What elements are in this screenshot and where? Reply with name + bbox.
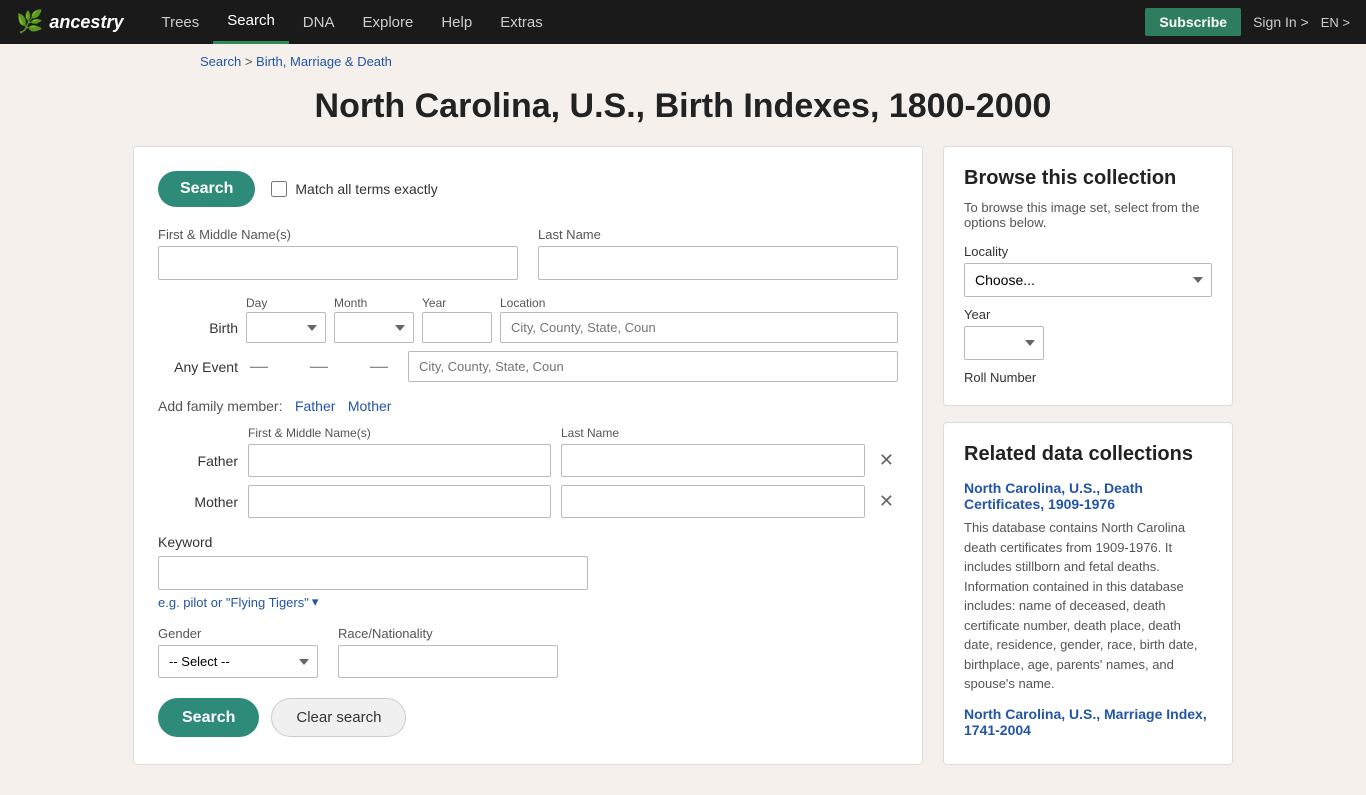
- any-event-label: Any Event: [158, 359, 238, 375]
- any-event-day-dash: —: [250, 356, 268, 377]
- add-family-section: Add family member: Father Mother: [158, 398, 898, 416]
- match-terms-checkbox[interactable]: [271, 181, 287, 197]
- nav-dna[interactable]: DNA: [289, 0, 349, 44]
- date-headers: Day Month Year Location: [158, 296, 898, 310]
- nav-search[interactable]: Search: [213, 0, 289, 44]
- related-card: Related data collections North Carolina,…: [943, 422, 1233, 765]
- father-label: Father: [158, 453, 238, 469]
- keyword-section: Keyword e.g. pilot or "Flying Tigers" ▾: [158, 534, 898, 610]
- family-close-header-spacer: [874, 426, 898, 440]
- clear-search-button[interactable]: Clear search: [271, 698, 406, 737]
- family-first-header: First & Middle Name(s): [248, 426, 551, 440]
- any-event-row: Any Event — — —: [158, 351, 898, 382]
- locality-label: Locality: [964, 244, 1212, 259]
- breadcrumb-search[interactable]: Search: [200, 54, 241, 69]
- logo-text: ancestry: [49, 12, 123, 33]
- signin-link[interactable]: Sign In >: [1253, 14, 1309, 30]
- mother-last-input[interactable]: [561, 485, 864, 518]
- day-header: Day: [246, 296, 326, 310]
- keyword-hint-text: e.g. pilot or "Flying Tigers": [158, 595, 309, 610]
- gender-select[interactable]: -- Select -- Male Female: [158, 645, 318, 678]
- mother-link[interactable]: Mother: [348, 398, 392, 414]
- mother-label: Mother: [158, 494, 238, 510]
- leaf-icon: 🌿: [16, 9, 43, 35]
- birth-month-select[interactable]: [334, 312, 414, 343]
- match-terms-text: Match all terms exactly: [295, 181, 437, 197]
- nav-explore[interactable]: Explore: [348, 0, 427, 44]
- related-link-2[interactable]: North Carolina, U.S., Marriage Index, 17…: [964, 706, 1212, 738]
- gender-label: Gender: [158, 626, 318, 641]
- keyword-input[interactable]: [158, 556, 588, 590]
- any-event-location-input[interactable]: [408, 351, 898, 382]
- last-name-input[interactable]: [538, 246, 898, 280]
- related-desc-1: This database contains North Carolina de…: [964, 518, 1212, 694]
- race-group: Race/Nationality: [338, 626, 558, 678]
- race-input[interactable]: [338, 645, 558, 678]
- breadcrumb-separator: >: [245, 54, 256, 69]
- nav-extras[interactable]: Extras: [486, 0, 557, 44]
- nav-links: Trees Search DNA Explore Help Extras: [147, 0, 1145, 44]
- race-label: Race/Nationality: [338, 626, 558, 641]
- birth-location-input[interactable]: [500, 312, 898, 343]
- year-label: Year: [964, 307, 1212, 322]
- logo[interactable]: 🌿 ancestry: [16, 9, 123, 35]
- browse-title: Browse this collection: [964, 167, 1212, 190]
- any-event-year-dash: —: [370, 356, 388, 377]
- location-header: Location: [500, 296, 898, 310]
- nav-right: Subscribe Sign In > EN >: [1145, 8, 1350, 36]
- birth-label: Birth: [158, 320, 238, 336]
- name-row: First & Middle Name(s) Last Name: [158, 227, 898, 280]
- bottom-buttons: Search Clear search: [158, 698, 898, 737]
- mother-first-input[interactable]: [248, 485, 551, 518]
- nav-trees[interactable]: Trees: [147, 0, 213, 44]
- month-header: Month: [334, 296, 414, 310]
- related-link-1[interactable]: North Carolina, U.S., Death Certificates…: [964, 480, 1212, 512]
- mother-row: Mother ✕: [158, 485, 898, 518]
- roll-number-label: Roll Number: [964, 370, 1212, 385]
- right-panel: Browse this collection To browse this im…: [943, 146, 1233, 765]
- search-form-panel: Search Match all terms exactly First & M…: [133, 146, 923, 765]
- search-top-row: Search Match all terms exactly: [158, 171, 898, 207]
- birth-day-select[interactable]: [246, 312, 326, 343]
- first-name-label: First & Middle Name(s): [158, 227, 518, 242]
- mother-close-button[interactable]: ✕: [875, 491, 898, 512]
- last-name-label: Last Name: [538, 227, 898, 242]
- keyword-hint[interactable]: e.g. pilot or "Flying Tigers" ▾: [158, 594, 898, 610]
- family-col-headers: First & Middle Name(s) Last Name: [158, 426, 898, 440]
- first-name-group: First & Middle Name(s): [158, 227, 518, 280]
- locality-select[interactable]: Choose...: [964, 263, 1212, 297]
- gender-group: Gender -- Select -- Male Female: [158, 626, 318, 678]
- family-last-header: Last Name: [561, 426, 864, 440]
- subscribe-button[interactable]: Subscribe: [1145, 8, 1241, 36]
- language-selector[interactable]: EN >: [1321, 15, 1350, 30]
- father-row: Father ✕: [158, 444, 898, 477]
- navigation: 🌿 ancestry Trees Search DNA Explore Help…: [0, 0, 1366, 44]
- gender-race-section: Gender -- Select -- Male Female Race/Nat…: [158, 626, 898, 678]
- search-button-bottom[interactable]: Search: [158, 698, 259, 737]
- keyword-label: Keyword: [158, 534, 898, 550]
- browse-desc: To browse this image set, select from th…: [964, 200, 1212, 230]
- breadcrumb-section[interactable]: Birth, Marriage & Death: [256, 54, 392, 69]
- page-title: North Carolina, U.S., Birth Indexes, 180…: [0, 75, 1366, 146]
- father-last-input[interactable]: [561, 444, 864, 477]
- birth-year-input[interactable]: [422, 312, 492, 343]
- father-link[interactable]: Father: [295, 398, 335, 414]
- search-button-top[interactable]: Search: [158, 171, 255, 207]
- main-layout: Search Match all terms exactly First & M…: [33, 146, 1333, 795]
- nav-help[interactable]: Help: [427, 0, 486, 44]
- year-header: Year: [422, 296, 492, 310]
- birth-row: Birth: [158, 312, 898, 343]
- browse-card: Browse this collection To browse this im…: [943, 146, 1233, 406]
- any-event-month-dash: —: [310, 356, 328, 377]
- chevron-down-icon: ▾: [312, 594, 319, 610]
- related-title: Related data collections: [964, 443, 1212, 466]
- breadcrumb: Search > Birth, Marriage & Death: [0, 44, 1366, 75]
- last-name-group: Last Name: [538, 227, 898, 280]
- add-family-label: Add family member:: [158, 398, 282, 414]
- father-first-input[interactable]: [248, 444, 551, 477]
- match-terms-label[interactable]: Match all terms exactly: [271, 181, 437, 197]
- father-close-button[interactable]: ✕: [875, 450, 898, 471]
- first-name-input[interactable]: [158, 246, 518, 280]
- year-select[interactable]: [964, 326, 1044, 360]
